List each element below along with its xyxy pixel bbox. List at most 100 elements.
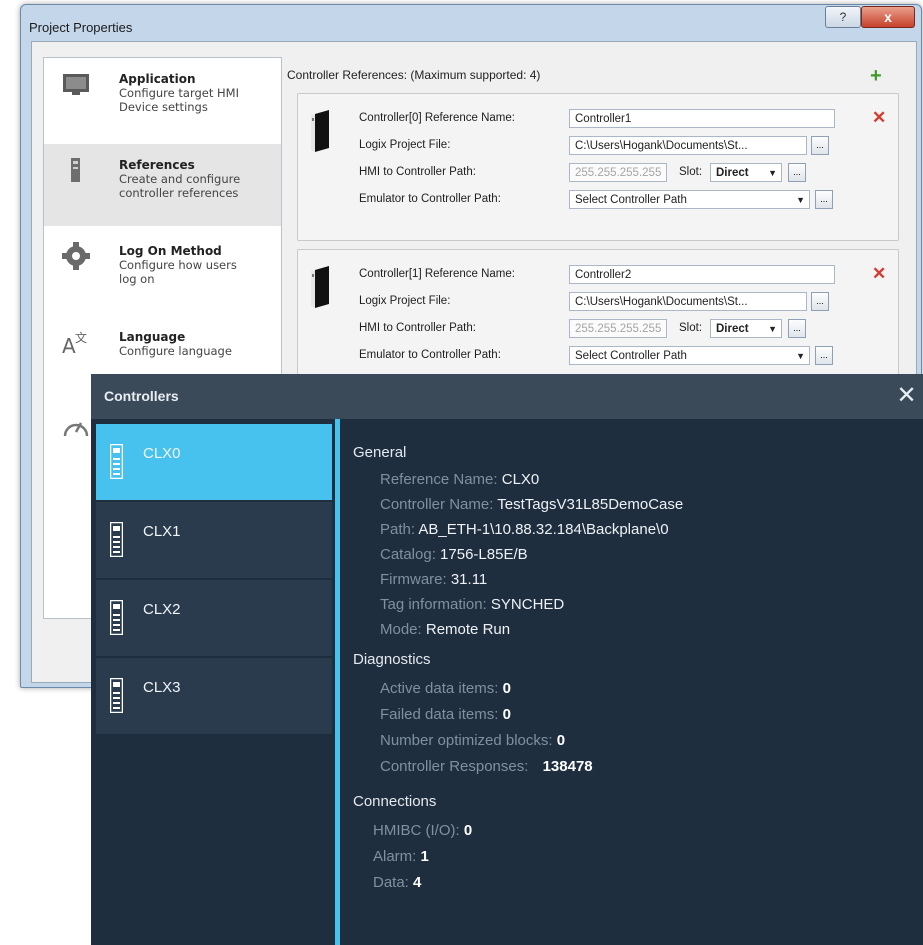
nav-title: References — [119, 158, 195, 172]
detail-value: Remote Run — [425, 621, 511, 638]
browse-emulator-button[interactable]: ... — [815, 190, 833, 209]
detail-row: Data: 4 — [373, 874, 421, 891]
browse-file-button[interactable]: ... — [811, 136, 829, 155]
monitor-icon — [63, 74, 89, 95]
gauge-icon — [63, 422, 89, 437]
controller-label: CLX1 — [143, 523, 181, 540]
chevron-down-icon: ▼ — [796, 351, 805, 361]
nav-desc: Configure target HMI — [119, 86, 239, 100]
detail-value: 0 — [463, 822, 473, 839]
nav-title: Log On Method — [119, 244, 222, 258]
detail-key: Failed data items: — [380, 706, 499, 723]
controller-reference-card: Controller[0] Reference Name: Controller… — [297, 93, 899, 241]
slot-label: Slot: — [679, 166, 703, 178]
nav-desc: Configure language — [119, 344, 232, 358]
emulator-path-select[interactable]: Select Controller Path ▼ — [569, 190, 810, 209]
slot-select[interactable]: Direct ▼ — [710, 319, 782, 338]
controller-icon — [110, 444, 123, 479]
logix-file-input[interactable]: C:\Users\Hogank\Documents\St... — [569, 292, 807, 311]
controllers-titlebar: Controllers ✕ — [91, 374, 923, 419]
close-icon[interactable]: ✕ — [890, 381, 923, 411]
slot-select[interactable]: Direct ▼ — [710, 163, 782, 182]
detail-row: HMIBC (I/O): 0 — [373, 822, 472, 839]
detail-value: 0 — [502, 680, 511, 697]
detail-row: Controller Name: TestTagsV31L85DemoCase — [380, 496, 683, 513]
nav-desc: log on — [119, 272, 155, 286]
reference-name-label: Controller[0] Reference Name: — [359, 112, 515, 124]
browse-file-button[interactable]: ... — [811, 292, 829, 311]
hmi-path-input[interactable]: 255.255.255.255 — [569, 163, 667, 182]
detail-row: Number optimized blocks: 0 — [380, 732, 565, 749]
controller-icon — [110, 600, 123, 635]
detail-row: Reference Name: CLX0 — [380, 471, 539, 488]
close-button[interactable]: x — [861, 6, 915, 28]
emulator-path-value: Select Controller Path — [575, 194, 687, 206]
controllers-window: Controllers ✕ CLX0 CLX1 CLX2 CLX3 Genera… — [91, 374, 923, 945]
controller-list-item[interactable]: CLX1 — [96, 502, 332, 578]
detail-value: AB_ETH-1\10.88.32.184\Backplane\0 — [418, 521, 669, 538]
detail-key: Mode: — [380, 621, 422, 638]
reference-name-input[interactable]: Controller1 — [569, 109, 835, 128]
detail-value: 1 — [420, 848, 429, 865]
browse-emulator-button[interactable]: ... — [815, 346, 833, 365]
chevron-down-icon: ▼ — [768, 324, 777, 334]
connections-heading: Connections — [353, 793, 437, 810]
detail-key: Controller Responses: — [380, 758, 529, 775]
nav-title: Language — [119, 330, 186, 344]
nav-item-references[interactable]: References Create and configure controll… — [44, 144, 281, 226]
detail-value: 1756-L85E/B — [440, 546, 528, 563]
slot-label: Slot: — [679, 322, 703, 334]
nav-item-application[interactable]: Application Configure target HMI Device … — [44, 58, 281, 140]
detail-key: HMIBC (I/O): — [373, 822, 460, 839]
browse-path-button[interactable]: ... — [788, 319, 806, 338]
detail-key: Path: — [380, 521, 416, 538]
detail-value: 4 — [413, 874, 422, 891]
detail-key: Tag information: — [380, 596, 487, 613]
detail-value: 0 — [556, 732, 566, 749]
controller-details: General Reference Name: CLX0 Controller … — [353, 419, 913, 939]
emulator-path-label: Emulator to Controller Path: — [359, 349, 501, 361]
detail-row: Alarm: 1 — [373, 848, 429, 865]
reference-name-input[interactable]: Controller2 — [569, 265, 835, 284]
detail-row: Mode: Remote Run — [380, 621, 510, 638]
nav-desc: Device settings — [119, 100, 208, 114]
detail-row: Tag information: SYNCHED — [380, 596, 564, 613]
emulator-path-label: Emulator to Controller Path: — [359, 193, 501, 205]
slot-value: Direct — [716, 167, 749, 179]
add-icon[interactable]: + — [870, 65, 882, 88]
window-title: Project Properties — [29, 20, 133, 35]
controller-label: CLX2 — [143, 601, 181, 618]
controller-list-item[interactable]: CLX3 — [96, 658, 332, 734]
detail-key: Firmware: — [380, 571, 447, 588]
detail-key: Controller Name: — [380, 496, 494, 513]
detail-value: TestTagsV31L85DemoCase — [497, 496, 684, 513]
nav-item-log-on-method[interactable]: Log On Method Configure how users log on — [44, 230, 281, 312]
logix-file-label: Logix Project File: — [359, 295, 451, 307]
remove-reference-icon[interactable]: ✕ — [872, 264, 886, 284]
chevron-down-icon: ▼ — [768, 168, 777, 178]
controller-list-item[interactable]: CLX0 — [96, 424, 332, 500]
controller-module-icon — [311, 266, 329, 308]
nav-title: Application — [119, 72, 196, 86]
nav-desc: Configure how users — [119, 258, 237, 272]
detail-row: Catalog: 1756-L85E/B — [380, 546, 528, 563]
browse-path-button[interactable]: ... — [788, 163, 806, 182]
nav-desc: controller references — [119, 186, 239, 200]
chevron-down-icon: ▼ — [796, 195, 805, 205]
slot-value: Direct — [716, 323, 749, 335]
detail-value: 0 — [502, 706, 511, 723]
detail-key: Number optimized blocks: — [380, 732, 553, 749]
logix-file-input[interactable]: C:\Users\Hogank\Documents\St... — [569, 136, 807, 155]
help-button[interactable]: ? — [825, 6, 861, 28]
controller-label: CLX3 — [143, 679, 181, 696]
remove-reference-icon[interactable]: ✕ — [872, 108, 886, 128]
detail-row: Controller Responses: 138478 — [380, 758, 593, 775]
detail-key: Reference Name: — [380, 471, 498, 488]
controller-list-item[interactable]: CLX2 — [96, 580, 332, 656]
emulator-path-select[interactable]: Select Controller Path ▼ — [569, 346, 810, 365]
detail-key: Active data items: — [380, 680, 499, 697]
reference-name-label: Controller[1] Reference Name: — [359, 268, 515, 280]
svg-text:A: A — [62, 334, 76, 356]
detail-key: Catalog: — [380, 546, 436, 563]
hmi-path-input[interactable]: 255.255.255.255 — [569, 319, 667, 338]
